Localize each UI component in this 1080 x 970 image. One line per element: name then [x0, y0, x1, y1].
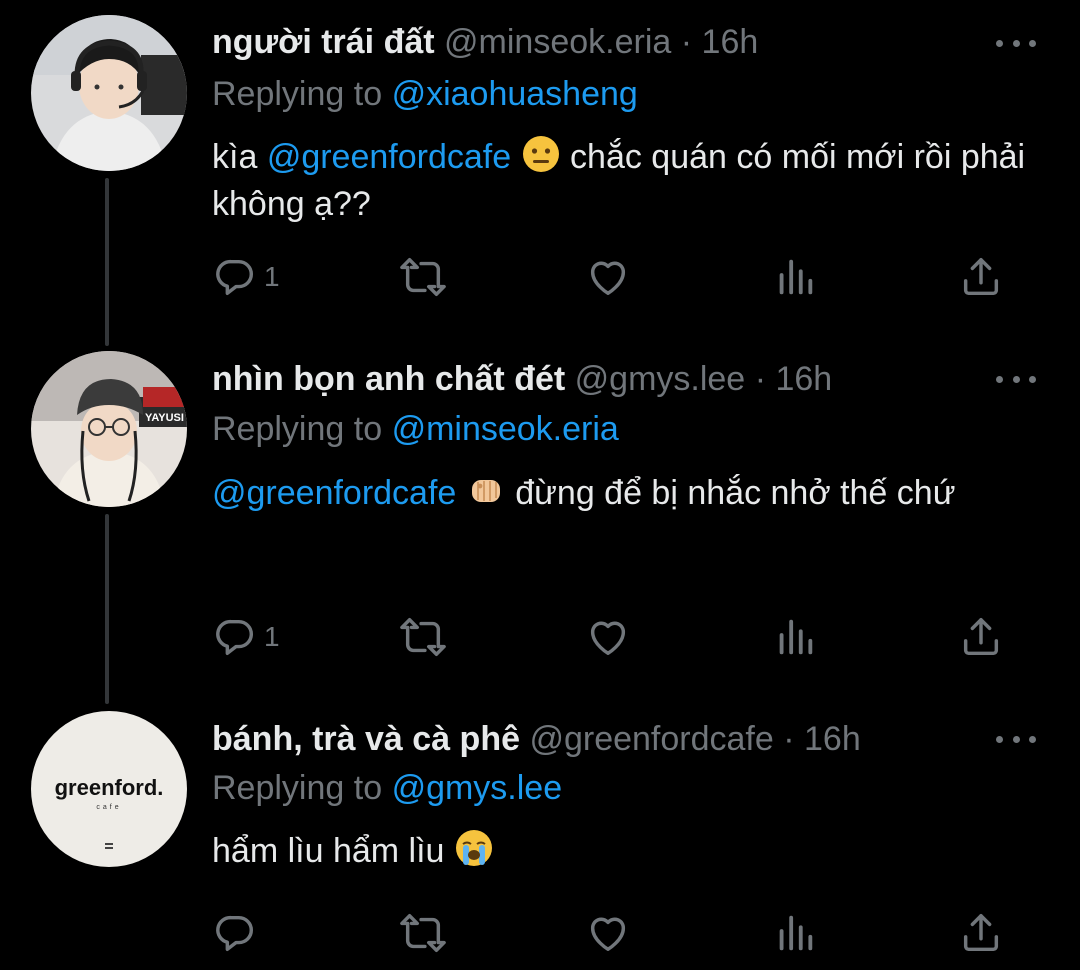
- timestamp[interactable]: 16h: [804, 720, 861, 758]
- like-icon: [590, 917, 626, 952]
- like-icon: [590, 621, 626, 656]
- display-name[interactable]: người trái đất: [212, 23, 435, 61]
- tweet[interactable]: người trái đất @minseok.eria · 16h Reply…: [0, 0, 1080, 336]
- neutral-face-emoji: [522, 136, 559, 172]
- replying-to: Replying to @gmys.lee: [212, 768, 562, 808]
- views-button[interactable]: [772, 908, 818, 958]
- share-icon: [963, 258, 999, 296]
- retweet-button[interactable]: [398, 612, 448, 662]
- like-icon: [590, 261, 626, 296]
- tweet-text-part: hẩm lìu hẩm lìu: [212, 832, 445, 870]
- more-icon[interactable]: [996, 33, 1036, 53]
- avatar-text: YAYUSI: [145, 412, 184, 424]
- tweet-actions: [212, 908, 1012, 958]
- replying-mention[interactable]: @xiaohuasheng: [392, 75, 638, 113]
- tweet-header: bánh, trà và cà phê @greenfordcafe · 16h: [212, 719, 960, 759]
- like-button[interactable]: [585, 908, 631, 958]
- tweet-header: nhìn bọn anh chất đét @gmys.lee · 16h: [212, 359, 960, 399]
- tweet-text: kìa @greenfordcafe chắc quán có mối mới …: [212, 134, 1042, 228]
- like-button[interactable]: [585, 252, 631, 302]
- oncoming-fist-emoji: [471, 480, 500, 502]
- separator: ·: [680, 23, 693, 61]
- avatar[interactable]: YAYUSI: [31, 351, 187, 507]
- tweet-actions: 1: [212, 252, 1012, 302]
- like-button[interactable]: [585, 612, 631, 662]
- tweet[interactable]: greenford. cafe bánh, trà và cà phê @gre…: [0, 696, 1080, 970]
- handle[interactable]: @greenfordcafe: [529, 720, 773, 758]
- handle[interactable]: @minseok.eria: [444, 23, 671, 61]
- tweet-text-part: đừng để bị nhắc nhở thế chứ: [515, 474, 956, 512]
- reply-button[interactable]: 1: [212, 252, 280, 302]
- tweet-text: hẩm lìu hẩm lìu: [212, 828, 1042, 875]
- replying-to: Replying to @minseok.eria: [212, 409, 619, 449]
- tweet[interactable]: YAYUSI nhìn bọn anh chất đét @gmys.lee ·…: [0, 336, 1080, 696]
- timestamp[interactable]: 16h: [775, 360, 832, 398]
- tweet-text-part: kìa: [212, 138, 258, 176]
- mention-link[interactable]: @greenfordcafe: [212, 474, 456, 512]
- more-icon[interactable]: [996, 369, 1036, 389]
- reply-count: 1: [264, 261, 280, 292]
- mention-link[interactable]: @greenfordcafe: [267, 138, 511, 176]
- replying-mention[interactable]: @gmys.lee: [392, 769, 563, 807]
- views-icon: [779, 619, 813, 655]
- share-button[interactable]: [958, 612, 1004, 662]
- tweet-header: người trái đất @minseok.eria · 16h: [212, 22, 960, 62]
- display-name[interactable]: nhìn bọn anh chất đét: [212, 360, 565, 398]
- replying-prefix: Replying to: [212, 410, 383, 448]
- retweet-button[interactable]: [398, 252, 448, 302]
- retweet-icon: [400, 914, 446, 952]
- retweet-icon: [400, 618, 446, 656]
- views-button[interactable]: [772, 612, 818, 662]
- replying-to: Replying to @xiaohuasheng: [212, 74, 638, 114]
- retweet-icon: [400, 258, 446, 296]
- avatar-logo-sub: cafe: [96, 804, 121, 811]
- reply-icon: [216, 915, 254, 952]
- handle[interactable]: @gmys.lee: [575, 360, 746, 398]
- reply-icon: [216, 619, 254, 656]
- timestamp[interactable]: 16h: [702, 23, 759, 61]
- avatar[interactable]: greenford. cafe: [31, 711, 187, 867]
- tweet-actions: 1: [212, 612, 1012, 662]
- share-icon: [963, 914, 999, 952]
- views-button[interactable]: [772, 252, 818, 302]
- loudly-crying-face-emoji: [455, 830, 492, 866]
- views-icon: [779, 915, 813, 951]
- views-icon: [779, 259, 813, 295]
- conversation-thread: người trái đất @minseok.eria · 16h Reply…: [0, 0, 1080, 970]
- share-button[interactable]: [958, 252, 1004, 302]
- retweet-button[interactable]: [398, 908, 448, 958]
- avatar-logo-text: greenford.: [55, 775, 164, 800]
- reply-count: 1: [264, 621, 280, 652]
- replying-prefix: Replying to: [212, 75, 383, 113]
- reply-button[interactable]: [212, 908, 264, 958]
- share-icon: [963, 618, 999, 656]
- avatar[interactable]: [31, 15, 187, 171]
- separator: ·: [783, 720, 795, 758]
- more-icon[interactable]: [996, 729, 1036, 749]
- separator: ·: [754, 360, 767, 398]
- tweet-text: @greenfordcafe đừng để bị nhắc nhở thế c…: [212, 470, 1042, 517]
- reply-button[interactable]: 1: [212, 612, 280, 662]
- display-name[interactable]: bánh, trà và cà phê: [212, 720, 520, 758]
- replying-mention[interactable]: @minseok.eria: [392, 410, 619, 448]
- reply-icon: [216, 259, 254, 296]
- share-button[interactable]: [958, 908, 1004, 958]
- replying-prefix: Replying to: [212, 769, 383, 807]
